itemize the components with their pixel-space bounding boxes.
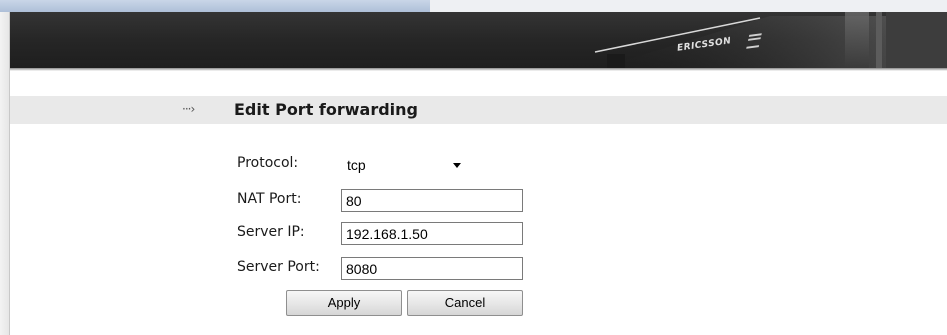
- header-banner: ERICSSON: [10, 12, 947, 68]
- server-ip-label: Server IP:: [237, 224, 305, 240]
- top-strip-accent: [0, 0, 430, 12]
- nat-port-field[interactable]: [341, 189, 523, 212]
- protocol-selected-value: tcp: [347, 157, 366, 173]
- banner-shadow: [10, 68, 947, 71]
- top-strip: [0, 0, 947, 12]
- arrow-right-icon: ···›: [182, 102, 195, 116]
- banner-graphic: [594, 12, 947, 68]
- server-ip-field[interactable]: [341, 222, 523, 245]
- apply-button[interactable]: Apply: [286, 290, 402, 316]
- protocol-select[interactable]: tcp: [341, 153, 466, 177]
- nat-port-label: NAT Port:: [237, 191, 302, 207]
- server-port-label: Server Port:: [237, 259, 320, 275]
- server-port-field[interactable]: [341, 257, 523, 280]
- protocol-label: Protocol:: [237, 155, 299, 171]
- cancel-button[interactable]: Cancel: [407, 290, 523, 316]
- page-title: Edit Port forwarding: [234, 100, 419, 119]
- section-title-bar: ···› Edit Port forwarding: [10, 96, 947, 124]
- window-frame-left: [0, 0, 10, 335]
- chevron-down-icon[interactable]: [453, 163, 461, 168]
